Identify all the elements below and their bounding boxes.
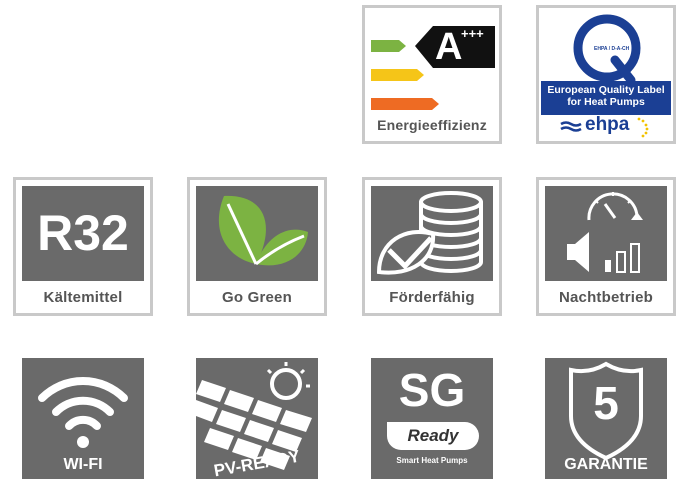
ehpa-brand: ehpa [585,114,630,135]
go-green-badge: Go Green [187,177,327,316]
coin-stack-leaf-icon [376,191,483,275]
go-green-label: Go Green [222,289,292,306]
pv-ready-badge: PV-READY [187,350,327,489]
sg-big-text: SG [398,364,466,416]
night-mode-badge: Nachtbetrieb [536,177,676,316]
refrigerant-label: Kältemittel [43,289,123,306]
warranty-label: GARANTIE [564,456,648,473]
energy-label: Energieeffizienz [377,117,487,133]
energy-grade-plus: +++ [461,26,484,41]
wifi-label: WI-FI [63,456,103,473]
energy-grade-letter: A [435,26,463,68]
wifi-badge: WI-FI [13,350,153,489]
sg-subtitle: Smart Heat Pumps [396,456,468,465]
refrigerant-badge: R32 Kältemittel [13,177,153,316]
energy-efficiency-badge: A +++ Energieeffizienz [362,5,502,144]
leaf-icon [218,195,308,266]
ehpa-banner-line1: European Quality Label [547,84,665,96]
night-mode-label: Nachtbetrieb [558,289,654,306]
subsidy-badge: Förderfähig [362,177,502,316]
refrigerant-code: R32 [37,205,129,261]
warranty-years: 5 [593,377,619,429]
sg-ready-pill: Ready [407,426,459,445]
warranty-badge: 5 GARANTIE [536,350,676,489]
subsidy-label: Förderfähig [389,289,475,306]
clock-speaker-icon [567,192,643,273]
ehpa-quality-label-badge: EHPA / D-A-CH European Quality Label for… [536,5,676,144]
ehpa-small-text: EHPA / D-A-CH [594,46,630,52]
sg-ready-badge: SG Ready Smart Heat Pumps [362,350,502,489]
ehpa-banner-line2: for Heat Pumps [567,96,645,108]
